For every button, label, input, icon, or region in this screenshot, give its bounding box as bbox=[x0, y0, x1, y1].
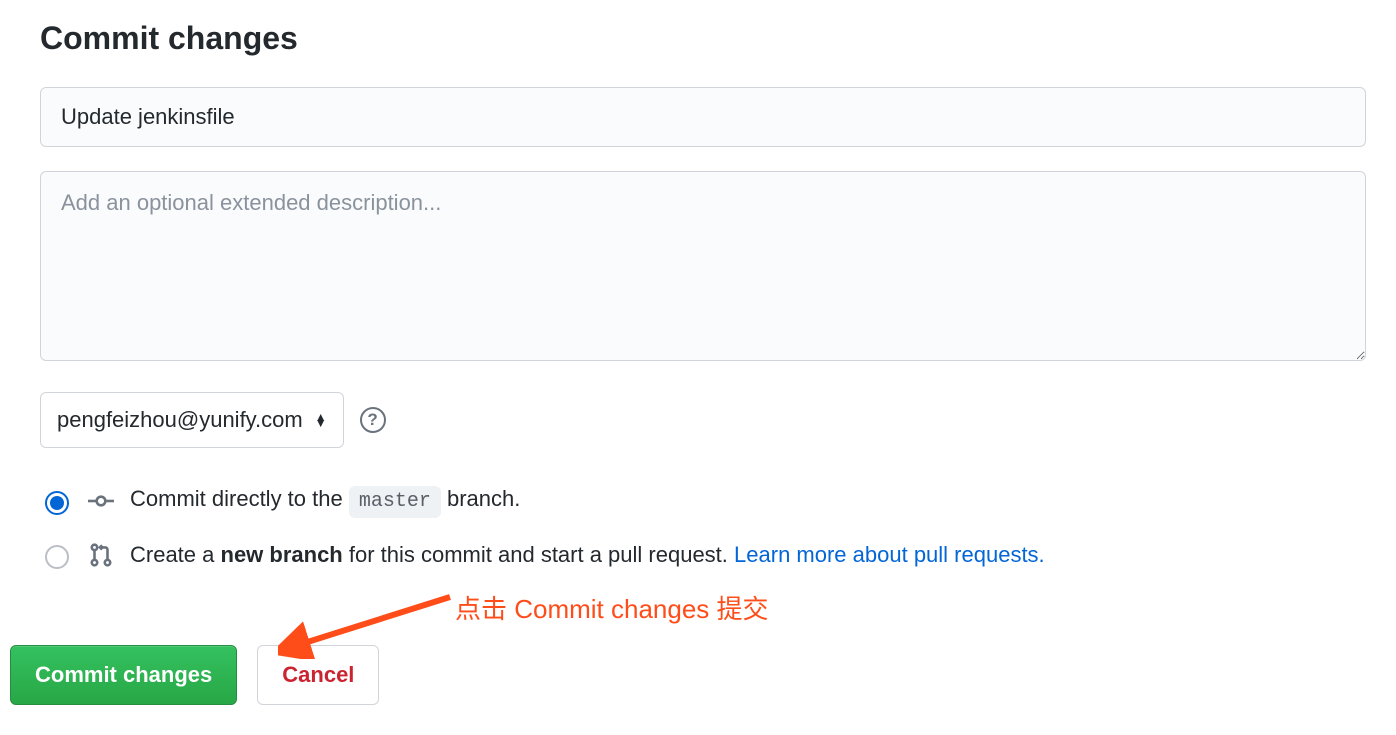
commit-subject-input[interactable] bbox=[40, 87, 1366, 147]
commit-newbranch-radio[interactable] bbox=[45, 545, 69, 569]
cancel-button[interactable]: Cancel bbox=[257, 645, 379, 705]
commit-email-select[interactable]: pengfeizhou@yunify.com ▲▼ bbox=[40, 392, 344, 448]
commit-changes-button[interactable]: Commit changes bbox=[10, 645, 237, 705]
commit-email-value: pengfeizhou@yunify.com bbox=[57, 407, 303, 433]
git-pull-request-icon bbox=[88, 542, 114, 568]
commit-direct-radio[interactable] bbox=[45, 491, 69, 515]
commit-direct-label: Commit directly to the master branch. bbox=[130, 484, 520, 518]
help-icon[interactable]: ? bbox=[360, 407, 386, 433]
select-arrows-icon: ▲▼ bbox=[315, 414, 327, 426]
commit-newbranch-label: Create a new branch for this commit and … bbox=[130, 540, 1045, 571]
branch-badge: master bbox=[349, 486, 441, 518]
git-commit-icon bbox=[88, 488, 114, 514]
page-title: Commit changes bbox=[40, 20, 1396, 57]
commit-description-input[interactable] bbox=[40, 171, 1366, 361]
annotation-text: 点击 Commit changes 提交 bbox=[455, 589, 769, 626]
learn-more-link[interactable]: Learn more about pull requests. bbox=[734, 542, 1045, 567]
